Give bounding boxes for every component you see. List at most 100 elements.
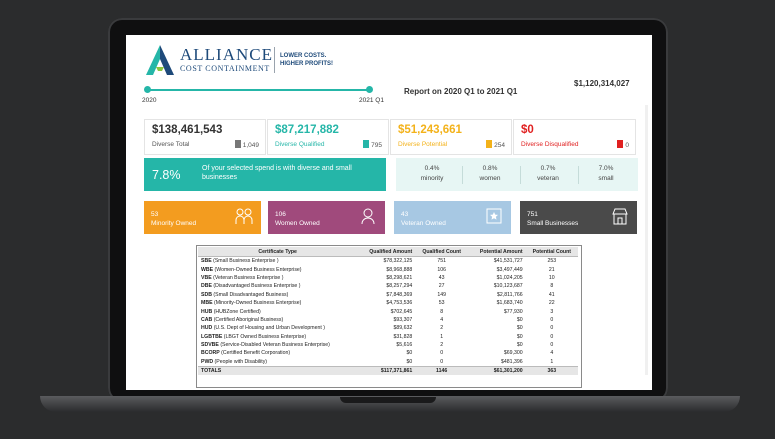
table-cell: $2,811,766 <box>497 291 523 298</box>
card-diverse-disqualified[interactable]: $0 Diverse Disqualified 0 <box>513 119 636 155</box>
table-cell: 1146 <box>415 366 469 376</box>
timeline-start-handle[interactable] <box>144 86 151 93</box>
table-cell: $4,753,536 <box>386 300 413 307</box>
table-cell: 41 <box>548 291 555 298</box>
card-count: 0 <box>617 140 629 149</box>
banner-text: Of your selected spend is with diverse a… <box>202 165 352 181</box>
logo-subtitle: COST CONTAINMENT <box>180 64 270 73</box>
table-row[interactable]: SDVBE (Service-Disabled Veteran Business… <box>198 341 578 349</box>
table-cell: 2 <box>440 325 444 332</box>
table-cell: 0 <box>550 333 554 340</box>
column-header[interactable]: Qualified Amount <box>357 247 416 257</box>
timeline-end-handle[interactable] <box>366 86 373 93</box>
card-amount: $87,217,882 <box>275 124 339 136</box>
table-row[interactable]: HUB (HUBZone Certified) $702,645 8 $77,930 3 <box>198 307 578 315</box>
table-cell: 1 <box>440 333 444 340</box>
category-label: Minority Owned <box>151 220 197 227</box>
table-cell: 27 <box>438 283 445 290</box>
table-row[interactable]: HUD (U.S. Dept of Housing and Urban Deve… <box>198 324 578 332</box>
table-cell: 2 <box>440 342 444 349</box>
table-cell: CAB (Certified Aboriginal Business) <box>201 316 284 323</box>
logo-title: ALLIANCE <box>180 45 273 64</box>
category-minority-owned[interactable]: 53 Minority Owned <box>144 201 261 234</box>
table-cell: DBE (Disadvantaged Business Enterprise ) <box>201 283 301 290</box>
card-count: 254 <box>486 140 505 149</box>
card-diverse-qualified[interactable]: $87,217,882 Diverse Qualified 795 <box>267 119 389 155</box>
table-cell: VBE (Veteran Business Enterprise ) <box>201 274 284 281</box>
table-cell: $93,307 <box>393 316 413 323</box>
veteran-icon <box>486 208 502 224</box>
card-diverse-potential[interactable]: $51,243,661 Diverse Potential 254 <box>390 119 512 155</box>
table-cell: $41,531,727 <box>493 258 523 265</box>
table-cell: $702,645 <box>390 308 413 315</box>
category-count: 751 <box>527 211 538 218</box>
card-count: 1,049 <box>234 140 259 149</box>
column-header[interactable]: Potential Amount <box>468 247 526 257</box>
column-header[interactable]: Potential Count <box>525 247 578 257</box>
table-cell: 10 <box>548 274 555 281</box>
table-row[interactable]: SDB (Small Disadvantaged Business) $7,848… <box>198 291 578 299</box>
table-cell: HUB (HUBZone Certified) <box>201 308 261 315</box>
table-row[interactable]: LGBTBE (LBGT Owned Business Enterprise) $… <box>198 333 578 341</box>
stat-veteran: 0.7% veteran <box>537 165 559 182</box>
people-icon <box>235 208 253 224</box>
table-cell: $10,123,687 <box>493 283 523 290</box>
table-row[interactable]: PWD (People with Disability) $0 0 $481,396 1 <box>198 358 578 367</box>
table-cell: $0 <box>516 325 523 332</box>
table-row[interactable]: DBE (Disadvantaged Business Enterprise )… <box>198 282 578 290</box>
table-cell: $0 <box>406 350 413 357</box>
table-cell: 53 <box>438 300 445 307</box>
table-cell: 363 <box>525 366 578 376</box>
table-row[interactable]: VBE (Veteran Business Enterprise ) $8,298… <box>198 274 578 282</box>
table-row[interactable]: MBE (Minority-Owned Business Enterprise)… <box>198 299 578 307</box>
column-header[interactable]: Certificate Type <box>198 247 358 257</box>
table-cell: 751 <box>437 258 446 265</box>
category-women-owned[interactable]: 106 Women Owned <box>268 201 385 234</box>
stat-minority: 0.4% minority <box>420 165 444 182</box>
diverse-spend-banner: 7.8% Of your selected spend is with dive… <box>144 158 386 191</box>
card-count: 795 <box>363 140 382 149</box>
table-cell: 253 <box>547 258 557 265</box>
header: ALLIANCE COST CONTAINMENT LOWER COSTS. H… <box>126 35 652 83</box>
table-cell: SDVBE (Service-Disabled Veteran Business… <box>201 342 330 349</box>
column-header[interactable]: Qualified Count <box>415 247 469 257</box>
category-small-businesses[interactable]: 751 Small Businesses <box>520 201 637 234</box>
banner-percent: 7.8% <box>152 168 181 182</box>
card-diverse-total[interactable]: $138,461,543 Diverse Total 1,049 <box>144 119 266 155</box>
timeline-start-label: 2020 <box>142 97 157 104</box>
table-cell: $481,396 <box>500 358 523 365</box>
table-cell: 0 <box>440 350 444 357</box>
table-cell: 22 <box>548 300 555 307</box>
table-row[interactable]: BCORP (Certified Benefit Corporation) $0 0… <box>198 349 578 357</box>
table-cell: MBE (Minority-Owned Business Enterprise) <box>201 300 302 307</box>
table-cell: $0 <box>516 316 523 323</box>
tagline: LOWER COSTS. HIGHER PROFITS! <box>280 52 340 68</box>
table-row[interactable]: SBE (Small Business Enterprise ) $78,322,… <box>198 257 578 266</box>
table-cell: 43 <box>438 274 445 281</box>
stat-divider <box>578 166 579 184</box>
category-veteran-owned[interactable]: 43 Veteran Owned <box>394 201 511 234</box>
card-amount: $51,243,661 <box>398 124 462 136</box>
table-cell: $1,683,740 <box>496 300 523 307</box>
document-icon <box>234 140 241 148</box>
table-cell: $7,848,369 <box>386 291 413 298</box>
table-cell: $61,301,200 <box>468 366 526 376</box>
table-cell: 0 <box>550 316 554 323</box>
table-body: SBE (Small Business Enterprise ) $78,322,… <box>198 257 578 376</box>
table-row[interactable]: CAB (Certified Aboriginal Business) $93,3… <box>198 316 578 324</box>
table-cell: 106 <box>437 266 446 273</box>
timeline-slider[interactable] <box>146 89 370 91</box>
table-cell: $5,616 <box>396 342 413 349</box>
card-label: Diverse Potential <box>398 141 448 148</box>
table-cell: $78,322,125 <box>383 258 413 265</box>
scrollbar[interactable] <box>645 105 648 375</box>
table-row[interactable]: WBE (Women-Owned Business Enterprise) $8,… <box>198 265 578 273</box>
table-cell: $77,930 <box>503 308 523 315</box>
table-cell: 149 <box>437 291 446 298</box>
category-count: 53 <box>151 211 159 218</box>
table-cell: $8,298,621 <box>386 274 413 281</box>
card-amount: $138,461,543 <box>152 124 223 136</box>
table-cell: PWD (People with Disability) <box>201 358 268 365</box>
table-cell: SDB (Small Disadvantaged Business) <box>201 291 289 298</box>
card-label: Diverse Disqualified <box>521 141 579 148</box>
